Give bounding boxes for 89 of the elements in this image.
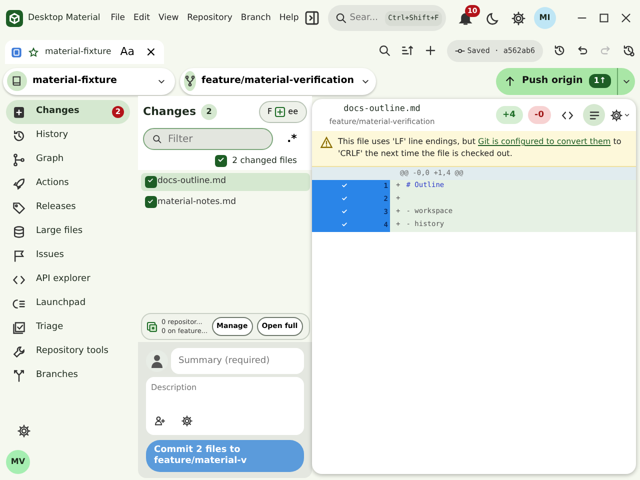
menu-item[interactable]: View [156, 12, 182, 24]
file-row[interactable]: docs-outline.md [140, 172, 310, 191]
sidebar-item[interactable]: Releases [6, 196, 130, 220]
cube-icon [6, 10, 23, 26]
panel-title: Changes [143, 104, 196, 120]
push-button[interactable]: Push origin 1↑ [496, 68, 635, 94]
wrench-icon [12, 345, 26, 359]
regex-toggle[interactable]: .* [283, 130, 301, 148]
summary-field[interactable]: Summary (required) [170, 348, 304, 374]
warning-icon [320, 136, 333, 149]
undo-icon[interactable] [576, 44, 589, 58]
search-icon [152, 134, 162, 144]
co-author-icon[interactable] [154, 414, 166, 427]
changed-files-label: 2 changed files [232, 155, 297, 168]
settings-icon[interactable] [17, 424, 31, 438]
deletions-badge: -0 [528, 106, 551, 124]
menu-item[interactable]: Edit [130, 12, 153, 24]
warning-message: This file uses 'LF' line endings, but Git is configured to convert them to 'CRLF' the next time the file is checked out. [338, 136, 622, 160]
select-all-checkbox[interactable] [215, 155, 228, 168]
rocket-icon [12, 177, 26, 191]
sidebar-item[interactable]: Actions [6, 172, 130, 196]
arrow-up-icon [504, 75, 516, 87]
branch-dropdown[interactable]: feature/material-verification [180, 68, 376, 94]
menu-item[interactable]: Repository [184, 12, 236, 24]
branch-icon [184, 75, 196, 87]
sidebar-item[interactable]: Repository tools [6, 340, 130, 364]
star-icon[interactable] [28, 46, 39, 58]
file-row[interactable]: material-notes.md [140, 193, 310, 212]
settings-icon [610, 108, 623, 122]
tab-label: material-fixture [45, 46, 112, 58]
filter-field[interactable]: Filter [143, 128, 273, 150]
sidebar-item[interactable]: Issues [6, 244, 130, 268]
file-name: docs-outline.md [344, 103, 420, 116]
history-icon[interactable] [553, 44, 566, 58]
sort-icon[interactable] [400, 44, 414, 58]
repositories-icon [146, 320, 158, 333]
code-icon [560, 108, 574, 122]
sidebar-item[interactable]: Graph [6, 148, 130, 172]
settings-link[interactable]: Git is configured to convert them [478, 137, 611, 146]
sidebar-item[interactable]: Triage [6, 316, 130, 340]
maximize-icon[interactable] [598, 12, 610, 24]
count-badge: 2 [201, 104, 218, 120]
sidebar-item[interactable]: History [6, 124, 130, 148]
user-avatar[interactable]: MI [534, 7, 556, 29]
sidebar-item[interactable]: Large files [6, 220, 130, 244]
moon-icon[interactable] [486, 10, 501, 26]
sidebar-toggle-icon[interactable] [304, 10, 320, 26]
code-icon [12, 273, 26, 287]
diff-settings-button[interactable] [610, 108, 631, 122]
ahead-badge: 1↑ [588, 74, 612, 88]
history-icon [12, 129, 26, 143]
description-box[interactable]: Description [146, 376, 304, 435]
menu-item[interactable]: File [108, 12, 128, 24]
window-title: Desktop Material [28, 12, 100, 24]
toggle-button[interactable]: F ee [258, 101, 307, 123]
menu-item[interactable]: Branch [238, 12, 274, 24]
settings-icon[interactable] [180, 414, 192, 427]
file-checkbox[interactable] [144, 176, 156, 188]
sidebar-item[interactable]: Branches [6, 364, 130, 388]
book-icon [10, 75, 22, 87]
plus-icon[interactable] [424, 44, 437, 58]
additions-badge: +4 [496, 106, 523, 124]
search-icon [334, 12, 347, 24]
lines-icon [588, 108, 600, 122]
wrap-lines-button[interactable] [583, 104, 605, 126]
branches-icon [12, 369, 26, 383]
tag-icon [12, 201, 26, 215]
settings-icon[interactable] [511, 10, 526, 26]
checklist-icon [12, 321, 26, 335]
sidebar-item[interactable]: API explorer [6, 268, 130, 292]
close-icon[interactable] [620, 12, 632, 24]
person-icon [149, 353, 165, 370]
check-icon [147, 198, 154, 206]
sidebar-item[interactable]: Launchpad [6, 292, 130, 316]
flag-icon [12, 249, 26, 263]
plus-square-icon [274, 106, 286, 118]
list-icon [12, 297, 26, 311]
menu-item[interactable]: Help [276, 12, 302, 24]
caret-icon [623, 111, 631, 119]
repository-tab[interactable]: material-fixture Aa × [5, 40, 164, 64]
tab-close-button[interactable]: × [143, 46, 158, 58]
history-settings-icon[interactable] [622, 44, 635, 58]
graph-icon [12, 153, 26, 167]
repository-dropdown[interactable]: material-fixture [2, 68, 174, 94]
font-button[interactable]: Aa [117, 44, 138, 60]
push-label: Push origin [522, 74, 583, 88]
file-checkbox[interactable] [144, 196, 156, 208]
search-icon[interactable] [378, 44, 391, 58]
user-avatar[interactable]: MV [6, 450, 30, 474]
